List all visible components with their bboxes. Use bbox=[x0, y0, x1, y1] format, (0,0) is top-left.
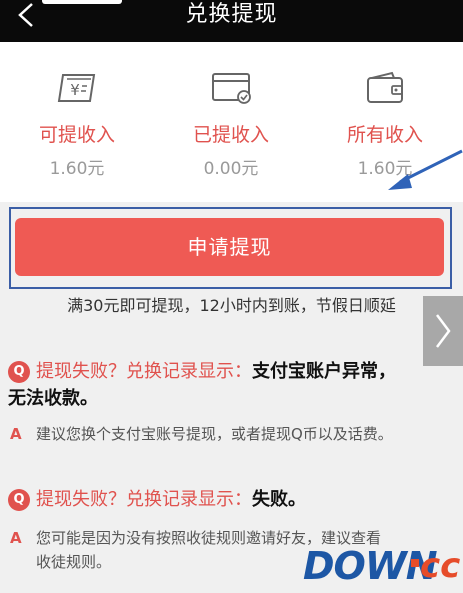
top-bar: 兑换提现 bbox=[0, 0, 463, 42]
withdraw-notice: 满30元即可提现，12小时内到账，节假日顺延 bbox=[67, 296, 396, 315]
wallet-icon bbox=[367, 71, 403, 103]
q-badge-icon: Q bbox=[8, 361, 30, 383]
stat-withdrawable: ¥ 可提收入 1.60元 bbox=[0, 42, 154, 202]
question-reason-line2: 无法收款。 bbox=[8, 388, 98, 409]
chevron-right-icon bbox=[436, 314, 451, 348]
watermark-logo: DOWN cc bbox=[303, 543, 463, 593]
watermark-tld: cc bbox=[420, 546, 461, 586]
next-page-button[interactable] bbox=[423, 296, 463, 366]
stat-label: 可提收入 bbox=[38, 124, 115, 146]
stat-label: 已提收入 bbox=[192, 124, 269, 146]
faq-question: Q 提现失败？兑换记录显示：支付宝账户异常， 无法收款。 bbox=[8, 358, 448, 412]
question-prefix: 提现失败？兑换记录显示： bbox=[36, 361, 252, 382]
stat-value: 1.60元 bbox=[49, 159, 105, 179]
question-reason: 支付宝账户异常， bbox=[252, 361, 396, 382]
svg-text:¥: ¥ bbox=[70, 81, 80, 99]
page-title: 兑换提现 bbox=[185, 2, 278, 27]
answer-text: 建议您换个支付宝账号提现，或者提现Q币以及话费。 bbox=[36, 425, 393, 443]
card-check-icon bbox=[212, 73, 251, 104]
watermark-dot bbox=[411, 559, 419, 567]
stat-label: 所有收入 bbox=[346, 124, 423, 146]
a-mark-icon: A bbox=[10, 529, 22, 547]
question-prefix: 提现失败？兑换记录显示： bbox=[36, 489, 252, 510]
faq-question: Q 提现失败？兑换记录显示：失败。 bbox=[8, 486, 448, 513]
answer-text-line2: 收徒规则。 bbox=[36, 553, 112, 571]
faq-answer: A 建议您换个支付宝账号提现，或者提现Q币以及话费。 bbox=[10, 422, 450, 446]
a-mark-icon: A bbox=[10, 425, 22, 443]
q-badge-icon: Q bbox=[8, 489, 30, 511]
question-reason: 失败。 bbox=[252, 489, 306, 510]
yuan-bill-icon: ¥ bbox=[57, 74, 96, 102]
stat-value: 0.00元 bbox=[203, 159, 259, 179]
stat-withdrawn: 已提收入 0.00元 bbox=[154, 42, 308, 202]
annotation-arrow-icon bbox=[388, 149, 463, 190]
apply-withdraw-button[interactable]: 申请提现 bbox=[15, 218, 444, 276]
